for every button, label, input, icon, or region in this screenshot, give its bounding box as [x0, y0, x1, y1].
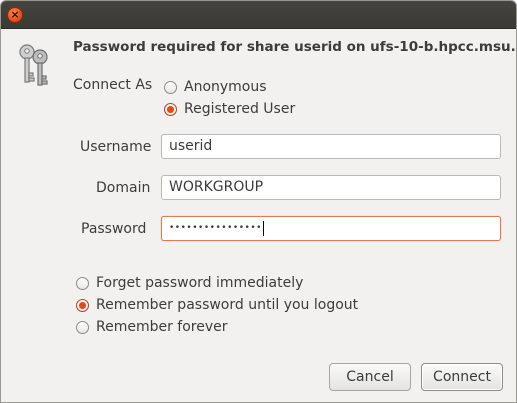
radio-unchecked-icon [76, 320, 89, 334]
connect-as-label: Connect As [73, 77, 153, 93]
domain-field[interactable]: WORKGROUP [161, 175, 501, 200]
domain-label: Domain [96, 180, 151, 196]
title-bar: × [1, 1, 516, 29]
username-field[interactable]: userid [161, 134, 501, 159]
password-label: Password [81, 221, 147, 237]
radio-anonymous[interactable]: Anonymous [164, 79, 267, 95]
radio-remember-forever[interactable]: Remember forever [76, 319, 228, 335]
keys-icon [17, 43, 51, 93]
radio-checked-icon [76, 298, 89, 312]
close-button[interactable]: × [7, 7, 23, 23]
dialog-heading: Password required for share userid on uf… [73, 39, 517, 55]
radio-registered-user[interactable]: Registered User [164, 101, 295, 117]
password-field[interactable]: •••••••••••••••• [161, 216, 501, 241]
text-caret [262, 221, 264, 236]
radio-forget-immediately-label: Forget password immediately [96, 275, 304, 291]
password-dialog: × Password required for share userid on … [0, 0, 517, 403]
radio-unchecked-icon [76, 276, 89, 290]
password-value: •••••••••••••••• [169, 223, 262, 233]
radio-anonymous-label: Anonymous [184, 79, 267, 95]
radio-checked-icon [164, 102, 177, 116]
radio-unchecked-icon [164, 80, 177, 94]
username-label: Username [80, 139, 152, 155]
radio-registered-user-label: Registered User [184, 101, 296, 117]
radio-remember-until-logout[interactable]: Remember password until you logout [76, 297, 358, 313]
radio-remember-forever-label: Remember forever [96, 319, 228, 335]
radio-remember-until-logout-label: Remember password until you logout [96, 297, 359, 313]
cancel-button[interactable]: Cancel [329, 363, 411, 391]
radio-forget-immediately[interactable]: Forget password immediately [76, 275, 303, 291]
connect-button[interactable]: Connect [421, 363, 503, 391]
